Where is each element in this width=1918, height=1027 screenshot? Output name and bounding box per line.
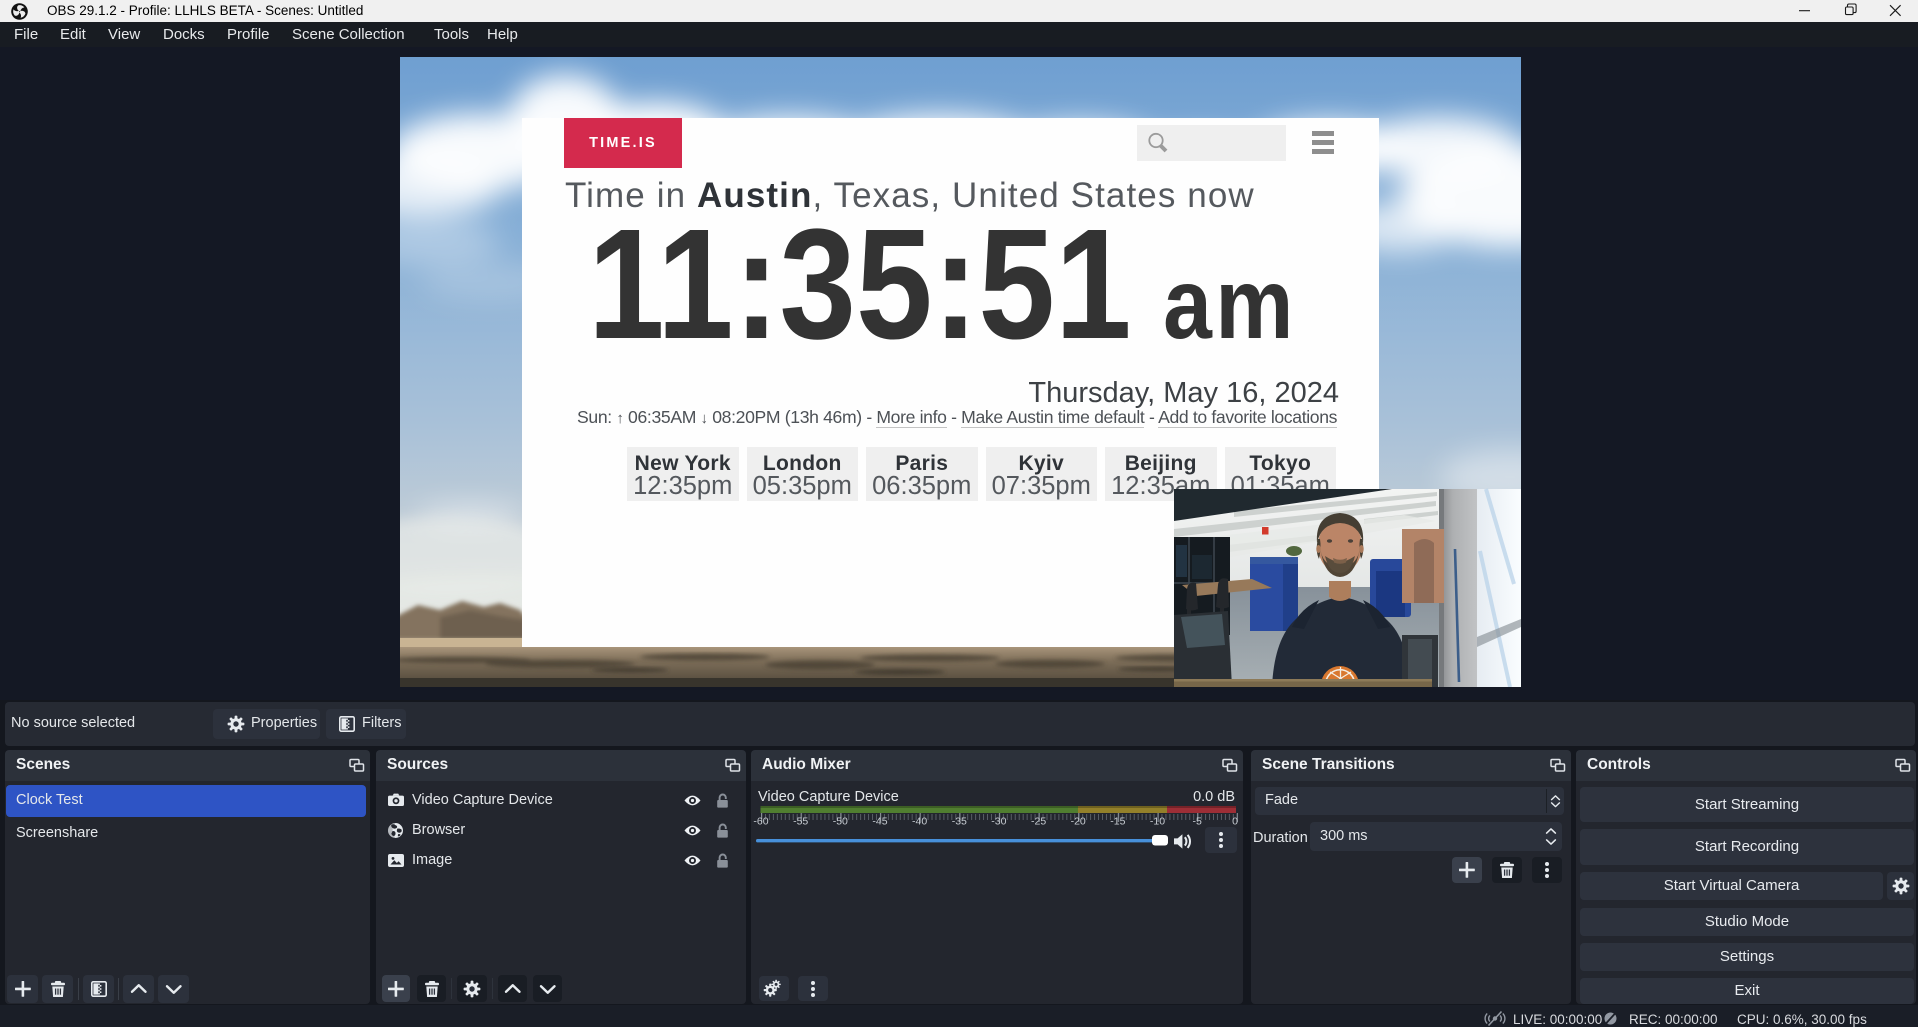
svg-text:-45: -45 (872, 816, 887, 828)
svg-text:0.0 dB: 0.0 dB (1193, 789, 1235, 805)
svg-text:-25: -25 (1031, 816, 1046, 828)
svg-text:-60: -60 (753, 816, 768, 828)
svg-text:-30: -30 (991, 816, 1006, 828)
svg-text:Video Capture Device: Video Capture Device (758, 789, 899, 805)
svg-text:-50: -50 (833, 816, 848, 828)
svg-text:-5: -5 (1193, 816, 1202, 828)
svg-text:-10: -10 (1150, 816, 1165, 828)
svg-text:-15: -15 (1110, 816, 1125, 828)
svg-text:0: 0 (1232, 816, 1238, 828)
svg-text:-20: -20 (1071, 816, 1086, 828)
svg-text:-35: -35 (952, 816, 967, 828)
svg-text:-55: -55 (793, 816, 808, 828)
svg-text:-40: -40 (912, 816, 927, 828)
